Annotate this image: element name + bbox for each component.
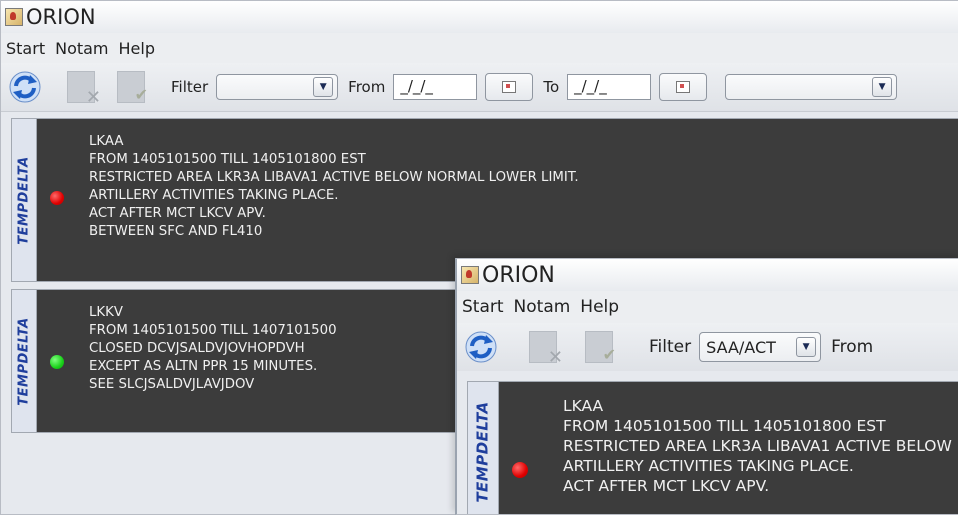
title-bar[interactable]: ORION — [457, 259, 958, 291]
menu-help[interactable]: Help — [575, 297, 624, 317]
notam-line: ACT AFTER MCT LKCV APV. — [89, 206, 266, 221]
confirm-notam-button[interactable]: ✔ — [113, 69, 149, 105]
from-calendar-button[interactable] — [485, 73, 534, 101]
notam-line: BETWEEN SFC AND FL410 — [89, 224, 263, 239]
menu-start[interactable]: Start — [1, 39, 50, 58]
notam-line: LKAA — [89, 134, 124, 149]
menu-bar: Start Notam Help — [1, 33, 958, 63]
delete-notam-icon: ✕ — [529, 331, 563, 368]
orion-app-icon — [5, 8, 23, 26]
menu-notam[interactable]: Notam — [50, 39, 113, 58]
notam-line: ARTILLERY ACTIVITIES TAKING PLACE. — [89, 188, 339, 203]
filter-select[interactable]: SAA/ACT ▼ — [699, 332, 822, 362]
from-date-field[interactable]: _/_/_ — [393, 74, 478, 100]
toolbar: ✕ ✔ Filter ▼ From _/_/_ To _/_/_ ▼ — [1, 63, 958, 112]
notam-list: TEMPDELTA LKAA FROM 1405101500 TILL 1405… — [457, 371, 958, 514]
notam-line: FROM 1405101500 TILL 1405101800 EST — [89, 152, 366, 167]
delete-notam-button[interactable]: ✕ — [525, 329, 563, 368]
notam-line: SEE SLCJSALDVJLAVJDOV — [89, 377, 255, 392]
notam-line: FROM 1405101500 TILL 1405101800 EST — [563, 417, 886, 435]
window-title: ORION — [26, 5, 96, 29]
filter-label: Filter — [171, 78, 209, 96]
from-label: From — [831, 337, 874, 357]
to-label: To — [543, 78, 560, 96]
status-indicator-red — [512, 462, 528, 478]
confirm-notam-icon: ✔ — [117, 71, 148, 104]
filter-select-value: SAA/ACT — [706, 337, 776, 357]
confirm-notam-icon: ✔ — [585, 331, 616, 364]
notam-text: LKAA FROM 1405101500 TILL 1405101800 EST… — [563, 396, 958, 496]
refresh-button[interactable] — [463, 329, 499, 365]
notam-line: ACT AFTER MCT LKCV APV. — [563, 477, 770, 495]
notam-line: LKKV — [89, 305, 123, 320]
notam-text: LKAA FROM 1405101500 TILL 1405101800 EST… — [89, 133, 579, 241]
toolbar: ✕ ✔ Filter SAA/ACT ▼ From — [457, 323, 958, 372]
chevron-down-icon: ▼ — [872, 77, 893, 97]
orion-app-icon — [461, 266, 479, 284]
status-indicator-red — [50, 191, 64, 205]
chevron-down-icon: ▼ — [313, 77, 334, 97]
notam-line: CLOSED DCVJSALDVJOVHOPDVH — [89, 341, 305, 356]
notam-line: RESTRICTED AREA LKR3A LIBAVA1 ACTIVE BEL… — [563, 437, 958, 455]
notam-line: LKAA — [563, 397, 604, 415]
delete-notam-button[interactable]: ✕ — [63, 69, 101, 108]
notam-side-label: TEMPDELTA — [12, 119, 37, 281]
to-calendar-button[interactable] — [659, 73, 708, 101]
secondary-select[interactable]: ▼ — [725, 74, 898, 100]
notam-line: ARTILLERY ACTIVITIES TAKING PLACE. — [563, 457, 854, 475]
to-date-field[interactable]: _/_/_ — [567, 74, 652, 100]
status-indicator-green — [50, 355, 64, 369]
notam-line: EXCEPT AS ALTN PPR 15 MINUTES. — [89, 359, 318, 374]
menu-start[interactable]: Start — [457, 297, 509, 317]
refresh-button[interactable] — [7, 69, 43, 105]
notam-line: FROM 1405101500 TILL 1407101500 — [89, 323, 337, 338]
confirm-notam-button[interactable]: ✔ — [581, 329, 617, 365]
window-title: ORION — [482, 262, 555, 288]
refresh-icon — [465, 331, 497, 363]
notam-line: RESTRICTED AREA LKR3A LIBAVA1 ACTIVE BEL… — [89, 170, 579, 185]
notam-card[interactable]: TEMPDELTA LKAA FROM 1405101500 TILL 1405… — [467, 381, 958, 514]
chevron-down-icon: ▼ — [796, 337, 817, 357]
menu-notam[interactable]: Notam — [509, 297, 576, 317]
notam-text: LKKV FROM 1405101500 TILL 1407101500 CLO… — [89, 304, 337, 394]
menu-help[interactable]: Help — [114, 39, 160, 58]
calendar-icon — [502, 81, 517, 93]
refresh-icon — [9, 71, 41, 103]
notam-side-label: TEMPDELTA — [468, 382, 499, 514]
from-label: From — [348, 78, 386, 96]
orion-secondary-window: ORION Start Notam Help ✕ ✔ Filter SAA/AC… — [455, 258, 958, 515]
calendar-icon — [676, 81, 691, 93]
delete-notam-icon: ✕ — [67, 71, 101, 108]
title-bar[interactable]: ORION — [1, 1, 958, 33]
menu-bar: Start Notam Help — [457, 291, 958, 323]
filter-label: Filter — [649, 337, 692, 357]
notam-side-label: TEMPDELTA — [12, 290, 37, 432]
filter-select[interactable]: ▼ — [216, 74, 339, 100]
